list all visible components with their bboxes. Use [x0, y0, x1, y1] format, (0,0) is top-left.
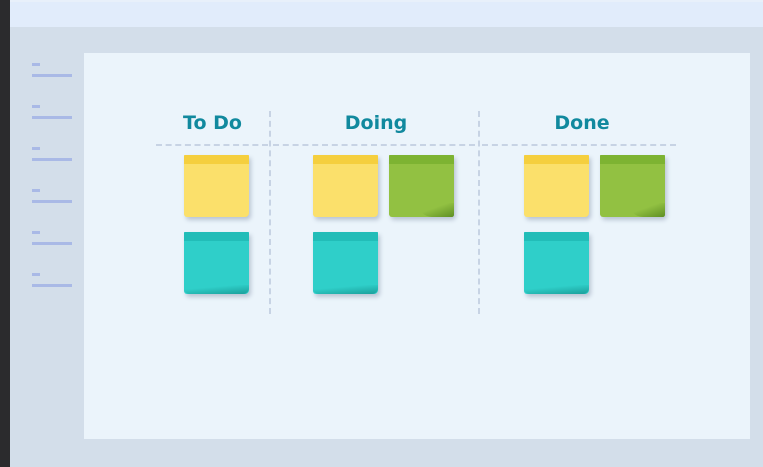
ruler-tick: [32, 200, 72, 203]
ruler-tick: [32, 242, 72, 245]
sticky-note-green[interactable]: [600, 155, 665, 217]
sticky-note-yellow[interactable]: [524, 155, 589, 217]
sticky-note-teal[interactable]: [184, 232, 249, 294]
top-bar: [10, 0, 763, 27]
column-divider-vertical: [478, 111, 480, 314]
ruler-tick: [32, 231, 40, 234]
column-title-doing: Doing: [344, 112, 408, 134]
ruler-tick: [32, 273, 40, 276]
sticky-note-teal[interactable]: [313, 232, 378, 294]
column-divider-horizontal: [273, 144, 475, 146]
column-title-done: Done: [554, 112, 610, 134]
vertical-ruler: [10, 0, 80, 467]
ruler-tick: [32, 158, 72, 161]
app-canvas: To Do Doing Done: [10, 0, 763, 467]
column-title-todo: To Do: [183, 112, 242, 134]
ruler-tick: [32, 105, 40, 108]
sticky-note-yellow[interactable]: [184, 155, 249, 217]
sticky-note-teal[interactable]: [524, 232, 589, 294]
sticky-note-yellow[interactable]: [313, 155, 378, 217]
column-divider-horizontal: [482, 144, 676, 146]
ruler-tick: [32, 74, 72, 77]
sticky-note-green[interactable]: [389, 155, 454, 217]
ruler-tick: [32, 284, 72, 287]
ruler-tick: [32, 116, 72, 119]
ruler-tick: [32, 63, 40, 66]
column-divider-horizontal: [156, 144, 268, 146]
kanban-board: To Do Doing Done: [84, 53, 750, 439]
ruler-tick: [32, 147, 40, 150]
column-divider-vertical: [269, 111, 271, 314]
ruler-tick: [32, 189, 40, 192]
